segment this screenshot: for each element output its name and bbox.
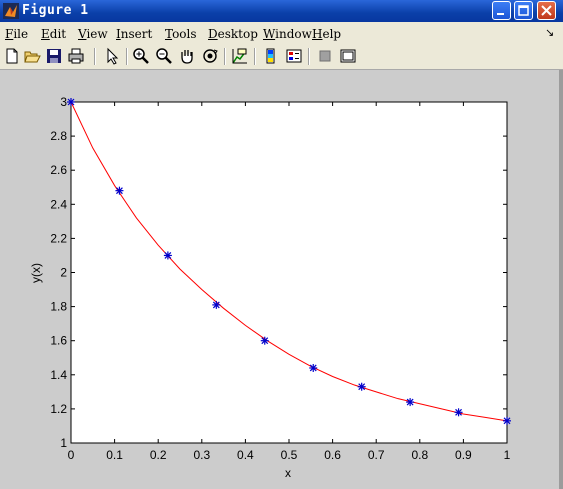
figure-canvas: 0 0.1 0.2 0.3 0.4 0.5 0.6 0.7 0.8 0.9 1 1 1.2 1.4 1.6 1… xyxy=(0,70,559,489)
matlab-logo-icon xyxy=(3,3,19,19)
zoom-in-icon[interactable] xyxy=(132,47,150,65)
x-tick-label: 0.8 xyxy=(411,448,428,462)
zoom-out-icon[interactable] xyxy=(155,47,173,65)
y-tick-label: 1.4 xyxy=(50,368,67,382)
menu-insert[interactable]: Insert xyxy=(116,27,152,41)
x-tick-label: 0.2 xyxy=(150,448,167,462)
data-cursor-icon[interactable] xyxy=(231,47,249,65)
x-tick-label: 0.6 xyxy=(324,448,341,462)
x-tick-label: 0.3 xyxy=(193,448,210,462)
y-tick-label: 2 xyxy=(60,266,67,280)
x-tick-label: 0.9 xyxy=(455,448,472,462)
data-point-marker xyxy=(212,300,221,309)
print-icon[interactable] xyxy=(67,47,85,65)
menu-edit[interactable]: Edit xyxy=(41,27,66,41)
menu-tools[interactable]: Tools xyxy=(165,27,197,41)
data-point-marker xyxy=(163,251,172,260)
legend-icon[interactable] xyxy=(285,47,303,65)
pan-hand-icon[interactable] xyxy=(178,47,196,65)
data-point-marker xyxy=(357,382,366,391)
x-tick-label: 0.7 xyxy=(368,448,385,462)
y-tick-label: 3 xyxy=(60,95,67,109)
axes-box[interactable] xyxy=(70,101,508,444)
data-point-marker xyxy=(406,398,415,407)
x-tick-label: 0.5 xyxy=(281,448,298,462)
show-plot-tools-icon[interactable] xyxy=(339,47,357,65)
y-tick-label: 2.2 xyxy=(50,231,67,245)
data-point-marker xyxy=(309,363,318,372)
x-axis-label: x xyxy=(285,466,291,480)
close-button[interactable] xyxy=(537,1,556,20)
rotate-3d-icon[interactable] xyxy=(201,47,219,65)
y-tick-label: 1.6 xyxy=(50,334,67,348)
data-point-marker xyxy=(260,336,269,345)
menu-file[interactable]: File xyxy=(5,27,28,41)
minimize-button[interactable] xyxy=(492,1,511,20)
window-title: Figure 1 xyxy=(22,3,89,18)
figure-window: Figure 1 File Edit View Insert Tools Des… xyxy=(0,0,563,489)
open-folder-icon[interactable] xyxy=(23,47,41,65)
y-tick-label: 1 xyxy=(60,436,67,450)
maximize-button[interactable] xyxy=(514,1,533,20)
new-file-icon[interactable] xyxy=(3,47,21,65)
data-point-marker xyxy=(115,186,124,195)
x-tick-label: 0 xyxy=(68,448,75,462)
select-arrow-icon[interactable] xyxy=(103,47,121,65)
x-tick-label: 0.4 xyxy=(237,448,254,462)
y-tick-label: 1.8 xyxy=(50,300,67,314)
y-axis-label: y(x) xyxy=(29,263,43,283)
menu-desktop[interactable]: Desktop xyxy=(208,27,258,41)
y-tick-label: 2.6 xyxy=(50,163,67,177)
y-tick-label: 1.2 xyxy=(50,402,67,416)
plot-svg: 0 0.1 0.2 0.3 0.4 0.5 0.6 0.7 0.8 0.9 1 1 1.2 1.4 1.6 1… xyxy=(29,95,511,480)
menu-view[interactable]: View xyxy=(78,27,108,41)
title-bar[interactable]: Figure 1 xyxy=(0,0,563,22)
x-tick-label: 0.1 xyxy=(106,448,123,462)
save-icon[interactable] xyxy=(45,47,63,65)
dock-arrow-icon[interactable]: ↘ xyxy=(545,26,554,39)
menu-bar: File Edit View Insert Tools Desktop Wind… xyxy=(0,22,563,45)
hide-plot-tools-icon[interactable] xyxy=(316,47,334,65)
data-point-marker xyxy=(67,98,75,106)
y-tick-label: 2.8 xyxy=(50,129,67,143)
menu-window[interactable]: Window xyxy=(263,27,312,41)
data-point-marker xyxy=(503,416,511,425)
y-tick-label: 2.4 xyxy=(50,197,67,211)
data-point-marker xyxy=(454,408,463,417)
colorbar-icon[interactable] xyxy=(262,47,280,65)
x-tick-label: 1 xyxy=(504,448,511,462)
menu-help[interactable]: Help xyxy=(312,27,341,41)
figure-toolbar xyxy=(0,44,563,70)
window-edge xyxy=(559,70,563,489)
